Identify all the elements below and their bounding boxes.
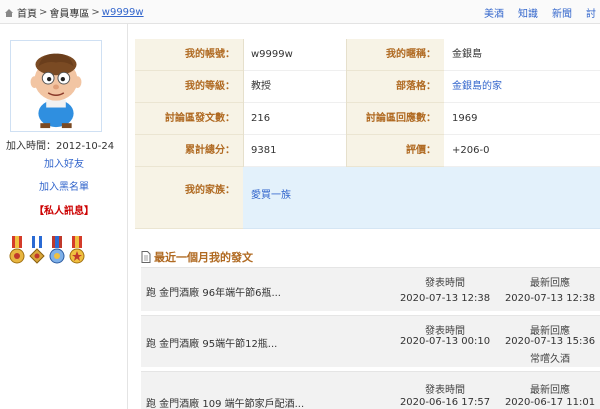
nav-forum[interactable]: 討 <box>586 5 596 20</box>
account-label: 我的帳號： <box>135 39 243 71</box>
medal-icon <box>29 236 45 264</box>
total-points-value: 9381 <box>243 135 346 167</box>
avatar <box>10 40 102 132</box>
tribe-label: 部落格： <box>346 71 444 103</box>
rating-value: +206-0 <box>444 135 600 167</box>
total-points-label: 累計總分： <box>135 135 243 167</box>
add-friend-link[interactable]: 加入好友 <box>0 155 128 170</box>
nav-knowledge[interactable]: 知識 <box>518 5 538 20</box>
forum-replies-value: 1969 <box>444 103 600 135</box>
post-time: 2020-07-13 12:38 <box>399 293 491 304</box>
medal-icon <box>49 236 65 264</box>
top-bar: 首頁 > 會員專區 > w9999w 美酒 知識 新聞 討 <box>0 0 600 24</box>
breadcrumb-home[interactable]: 首頁 <box>17 5 37 20</box>
nickname-label: 我的暱稱： <box>346 39 444 71</box>
level-value: 教授 <box>243 71 346 103</box>
post-time-header: 發表時間 <box>425 278 465 289</box>
rating-label: 評價： <box>346 135 444 167</box>
document-icon <box>141 251 151 263</box>
post-title-link[interactable]: 跑 金門酒廠 109 端午節家戶配酒... <box>146 395 304 409</box>
tribe-link[interactable]: 金銀島的家 <box>444 71 600 103</box>
breadcrumb-current-user[interactable]: w9999w <box>102 7 144 18</box>
forum-replies-label: 討論區回應數： <box>346 103 444 135</box>
add-blacklist-link[interactable]: 加入黑名單 <box>0 178 128 193</box>
top-nav: 美酒 知識 新聞 討 <box>470 5 596 20</box>
latest-reply-time: 2020-07-13 12:38 <box>504 293 596 304</box>
breadcrumb-member-zone[interactable]: 會員專區 <box>49 5 89 20</box>
latest-reply-header: 最新回應 <box>530 326 570 337</box>
breadcrumb: 首頁 > 會員專區 > w9999w <box>4 5 144 20</box>
join-date: 加入時間：2012-10-24 <box>6 141 115 152</box>
nav-news[interactable]: 新聞 <box>552 5 572 20</box>
post-row: 跑 金門酒廠 95端午節12瓶... 發表時間 最新回應 2020-07-13 … <box>141 315 600 367</box>
home-icon[interactable] <box>4 8 14 18</box>
post-row: 跑 金門酒廠 96年端午節6瓶... 發表時間 最新回應 2020-07-13 … <box>141 267 600 311</box>
latest-reply-header: 最新回應 <box>530 278 570 289</box>
nickname-value: 金銀島 <box>444 39 600 71</box>
profile-table: 我的帳號： w9999w 我的暱稱： 金銀島 我的等級： 教授 部落格： 金銀島… <box>135 39 600 229</box>
medal-icon <box>9 236 25 264</box>
family-link[interactable]: 愛買一族 <box>243 167 600 229</box>
member-sidebar: 加入時間：2012-10-24 加入好友 加入黑名單 【私人訊息】 <box>0 24 128 409</box>
breadcrumb-separator: > <box>39 7 48 18</box>
latest-reply-time: 2020-06-17 11:01 <box>504 397 596 408</box>
private-message-link[interactable]: 【私人訊息】 <box>0 202 128 217</box>
post-time-header: 發表時間 <box>425 326 465 337</box>
family-label: 我的家族： <box>135 167 243 229</box>
post-row: 跑 金門酒廠 109 端午節家戶配酒... 發表時間 最新回應 2020-06-… <box>141 371 600 409</box>
post-time: 2020-06-16 17:57 <box>399 397 491 408</box>
recent-posts-header: 最近一個月我的發文 <box>141 249 253 265</box>
latest-reply-header: 最新回應 <box>530 385 570 396</box>
table-divider <box>346 39 347 167</box>
forum-posts-label: 討論區發文數： <box>135 103 243 135</box>
breadcrumb-separator: > <box>91 7 100 18</box>
forum-posts-value: 216 <box>243 103 346 135</box>
medal-icon <box>69 236 85 264</box>
level-label: 我的等級： <box>135 71 243 103</box>
latest-reply-time: 2020-07-13 15:36 <box>504 336 596 347</box>
table-divider <box>243 39 244 167</box>
latest-reply-user[interactable]: 常嚐久酒 <box>500 350 600 365</box>
post-time-header: 發表時間 <box>425 385 465 396</box>
medal-row <box>8 236 88 268</box>
post-title-link[interactable]: 跑 金門酒廠 95端午節12瓶... <box>146 335 277 350</box>
nav-wine[interactable]: 美酒 <box>484 5 504 20</box>
post-title-link[interactable]: 跑 金門酒廠 96年端午節6瓶... <box>146 284 281 299</box>
account-value: w9999w <box>243 39 346 71</box>
recent-posts-title: 最近一個月我的發文 <box>154 251 253 264</box>
post-time: 2020-07-13 00:10 <box>399 336 491 347</box>
